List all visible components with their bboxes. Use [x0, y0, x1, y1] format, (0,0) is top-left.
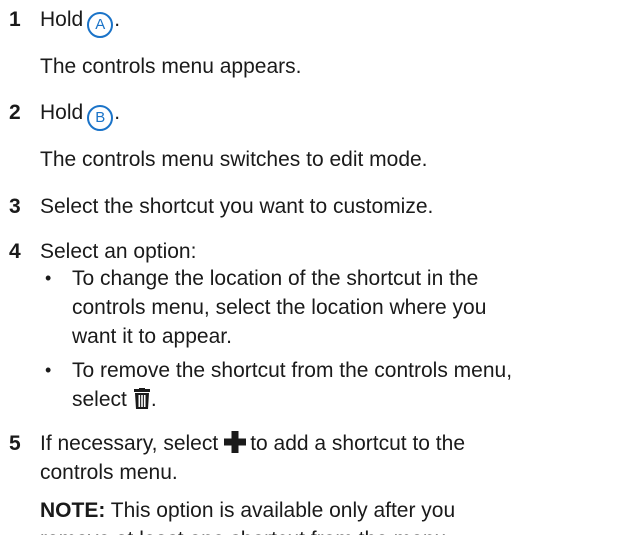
- step-text: If necessary, select: [40, 432, 219, 455]
- step-number: 3: [9, 195, 21, 218]
- step-4: 4 Select an option:: [9, 237, 196, 266]
- step-1-result: The controls menu appears.: [40, 55, 302, 78]
- bullet-line: select .: [72, 385, 157, 418]
- trash-icon: [133, 388, 151, 418]
- bullet-line: controls menu, select the location where…: [72, 296, 487, 319]
- step-text: Hold: [40, 101, 84, 124]
- step-text: Select the shortcut you want to customiz…: [40, 195, 434, 218]
- step-text: Hold: [40, 8, 84, 31]
- step-number: 1: [9, 8, 21, 31]
- note-text: This option is available only after you: [110, 499, 456, 522]
- step-number: 5: [9, 432, 21, 455]
- punctuation: .: [114, 8, 121, 31]
- step-5-continued: controls menu.: [40, 461, 178, 484]
- step-text: to add a shortcut to the: [250, 432, 465, 455]
- instructions-page: 1 Hold A. The controls menu appears. 2 Hold…: [0, 0, 635, 535]
- step-number: 2: [9, 101, 21, 124]
- bullet-text: select: [72, 388, 127, 411]
- plus-icon: [224, 431, 247, 461]
- step-2: 2 Hold B.: [9, 98, 120, 131]
- step-number: 4: [9, 240, 21, 263]
- bullet-line: To remove the shortcut from the controls…: [72, 359, 513, 382]
- b-button-icon: B: [87, 105, 114, 131]
- step-text: Select an option:: [40, 240, 197, 263]
- step-1: 1 Hold A.: [9, 5, 120, 38]
- punctuation: .: [150, 388, 157, 411]
- punctuation: .: [114, 101, 121, 124]
- step-5: 5 If necessary, select to add a shortcut …: [9, 429, 465, 461]
- a-button-icon: A: [87, 12, 114, 38]
- bullet-line: want it to appear.: [72, 325, 232, 348]
- note: NOTE: This option is available only afte…: [40, 496, 455, 525]
- bullet-dot: •: [45, 268, 52, 288]
- bullet-dot: •: [45, 360, 52, 380]
- step-2-result: The controls menu switches to edit mode.: [40, 148, 428, 171]
- step-3: 3 Select the shortcut you want to customi…: [9, 192, 433, 221]
- bullet-line: To change the location of the shortcut i…: [72, 267, 479, 290]
- note-label: NOTE:: [40, 499, 106, 522]
- note-continued: remove at least one shortcut from the me…: [40, 525, 452, 535]
